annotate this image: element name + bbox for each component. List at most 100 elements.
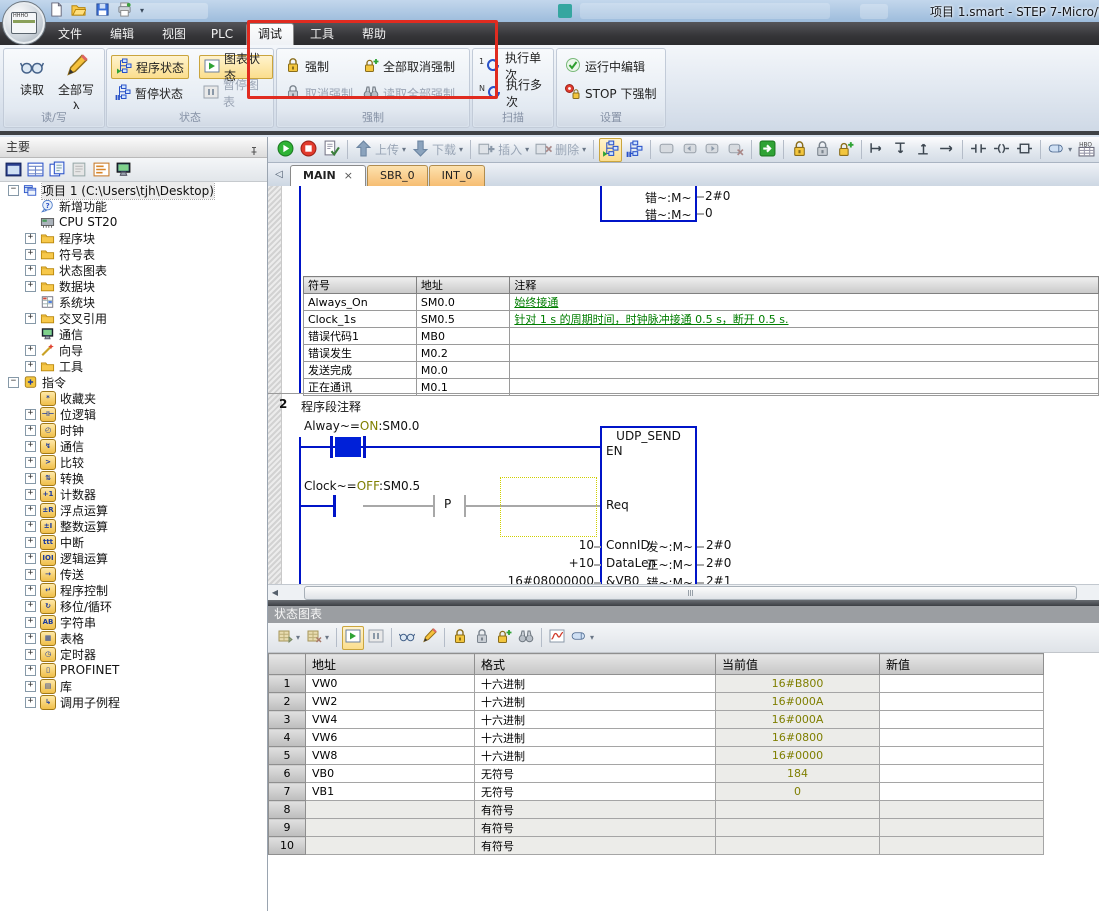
- bookmark-button[interactable]: [656, 139, 677, 161]
- tree-item[interactable]: +程序块: [0, 230, 267, 246]
- tree-item[interactable]: +工具: [0, 358, 267, 374]
- new-value-cell[interactable]: [880, 675, 1044, 693]
- tree-item[interactable]: +↯通信: [0, 438, 267, 454]
- expand-icon[interactable]: +: [25, 457, 36, 468]
- address-cell[interactable]: VW0: [306, 675, 475, 693]
- network-comment[interactable]: 程序段注释: [301, 398, 361, 415]
- tree-item[interactable]: +数据块: [0, 278, 267, 294]
- force-in-stop-button[interactable]: STOP 下强制: [561, 82, 660, 104]
- new-value-cell[interactable]: [880, 747, 1044, 765]
- expand-icon[interactable]: +: [25, 265, 36, 276]
- status-table-header[interactable]: 新值: [880, 654, 1044, 675]
- expand-icon[interactable]: +: [25, 537, 36, 548]
- expand-icon[interactable]: +: [25, 313, 36, 324]
- tab-main[interactable]: MAIN×: [290, 165, 366, 186]
- row-number[interactable]: 10: [269, 837, 306, 855]
- collapse-icon[interactable]: −: [8, 377, 19, 388]
- clear-bookmarks-button[interactable]: [725, 139, 746, 161]
- unforce-toolbar-button[interactable]: [812, 139, 833, 161]
- row-number[interactable]: 2: [269, 693, 306, 711]
- expand-icon[interactable]: +: [25, 505, 36, 516]
- positive-edge-label[interactable]: P: [444, 497, 451, 511]
- pause-chart-button[interactable]: 暂停图表: [199, 82, 273, 104]
- new-value-cell[interactable]: [880, 711, 1044, 729]
- write-all-button[interactable]: 全部写入: [54, 54, 98, 115]
- expand-icon[interactable]: +: [25, 569, 36, 580]
- status-table-header[interactable]: 格式: [475, 654, 716, 675]
- coil-tool[interactable]: [991, 139, 1012, 161]
- tree-item[interactable]: +▦表格: [0, 630, 267, 646]
- tree-item[interactable]: +↻移位/循环: [0, 598, 267, 614]
- write-values-button[interactable]: [419, 627, 439, 649]
- run-button[interactable]: [275, 139, 296, 161]
- tree-item[interactable]: +▯PROFINET: [0, 662, 267, 678]
- tab-int0[interactable]: INT_0: [429, 165, 486, 186]
- box-tool[interactable]: [1014, 139, 1035, 161]
- address-cell[interactable]: VW4: [306, 711, 475, 729]
- tree-item[interactable]: +>比较: [0, 454, 267, 470]
- row-number[interactable]: 7: [269, 783, 306, 801]
- view-xref-button[interactable]: [93, 161, 110, 178]
- delete-button[interactable]: 删除▾: [533, 139, 588, 161]
- ladder-line-down-tool[interactable]: [890, 139, 911, 161]
- ladder-branch-down-tool[interactable]: [867, 139, 888, 161]
- menu-tab-edit[interactable]: 编辑: [100, 24, 144, 45]
- insert-row-button[interactable]: ▾: [275, 627, 302, 649]
- execute-multiple-button[interactable]: N 执行多次: [475, 82, 553, 104]
- row-number[interactable]: 5: [269, 747, 306, 765]
- close-tab-icon[interactable]: ×: [344, 166, 353, 186]
- address-cell[interactable]: [306, 819, 475, 837]
- force-value-button[interactable]: [450, 627, 470, 649]
- tree-item[interactable]: +◴时钟: [0, 422, 267, 438]
- address-cell[interactable]: [306, 801, 475, 819]
- menu-tab-help[interactable]: 帮助: [352, 24, 396, 45]
- block-input-value[interactable]: 16#08000000: [508, 574, 594, 584]
- row-number[interactable]: 6: [269, 765, 306, 783]
- expand-icon[interactable]: +: [25, 441, 36, 452]
- menu-tab-tools[interactable]: 工具: [300, 24, 344, 45]
- expand-icon[interactable]: +: [25, 553, 36, 564]
- menu-tab-view[interactable]: 视图: [152, 24, 196, 45]
- unforce-all-toolbar-button[interactable]: [835, 139, 856, 161]
- pause-status-button[interactable]: 暂停状态: [111, 82, 187, 104]
- format-cell[interactable]: 有符号: [475, 819, 716, 837]
- program-status-button[interactable]: 程序状态: [111, 55, 189, 79]
- expand-icon[interactable]: +: [25, 649, 36, 660]
- expand-icon[interactable]: +: [25, 681, 36, 692]
- print-button[interactable]: [114, 2, 134, 20]
- new-value-cell[interactable]: [880, 783, 1044, 801]
- tree-item[interactable]: +AB字符串: [0, 614, 267, 630]
- menu-tab-debug[interactable]: 调试: [246, 23, 294, 46]
- new-value-cell[interactable]: [880, 819, 1044, 837]
- row-number[interactable]: 8: [269, 801, 306, 819]
- expand-icon[interactable]: +: [25, 601, 36, 612]
- delete-row-button[interactable]: ▾: [304, 627, 331, 649]
- energized-contact[interactable]: [335, 437, 361, 457]
- stop-button[interactable]: [298, 139, 319, 161]
- row-number[interactable]: 4: [269, 729, 306, 747]
- tree-item[interactable]: +IOI逻辑运算: [0, 550, 267, 566]
- ladder-line-right-tool[interactable]: [936, 139, 957, 161]
- view-status-button[interactable]: [49, 161, 66, 178]
- block-input-value[interactable]: 10: [579, 538, 594, 552]
- unforce-all-values-button[interactable]: [494, 627, 514, 649]
- status-table-header[interactable]: 地址: [306, 654, 475, 675]
- new-value-cell[interactable]: [880, 693, 1044, 711]
- scroll-left-arrow[interactable]: ◀: [268, 586, 282, 600]
- address-cell[interactable]: VB1: [306, 783, 475, 801]
- run-mode-edit-button[interactable]: 运行中编辑: [561, 55, 649, 77]
- expand-icon[interactable]: +: [25, 633, 36, 644]
- view-project-button[interactable]: [5, 161, 22, 178]
- view-symbols-button[interactable]: [27, 161, 44, 178]
- scrollbar-thumb[interactable]: [304, 586, 1077, 600]
- new-value-cell[interactable]: [880, 837, 1044, 855]
- next-bookmark-button[interactable]: [702, 139, 723, 161]
- address-cell[interactable]: VB0: [306, 765, 475, 783]
- expand-icon[interactable]: +: [25, 585, 36, 596]
- tree-item[interactable]: +↳调用子例程: [0, 694, 267, 710]
- status-table-header[interactable]: 当前值: [716, 654, 880, 675]
- force-button[interactable]: 强制: [281, 55, 333, 77]
- tree-item[interactable]: ++1计数器: [0, 486, 267, 502]
- tree-item[interactable]: +▤库: [0, 678, 267, 694]
- tab-scroll-left-button[interactable]: ◁: [270, 166, 288, 184]
